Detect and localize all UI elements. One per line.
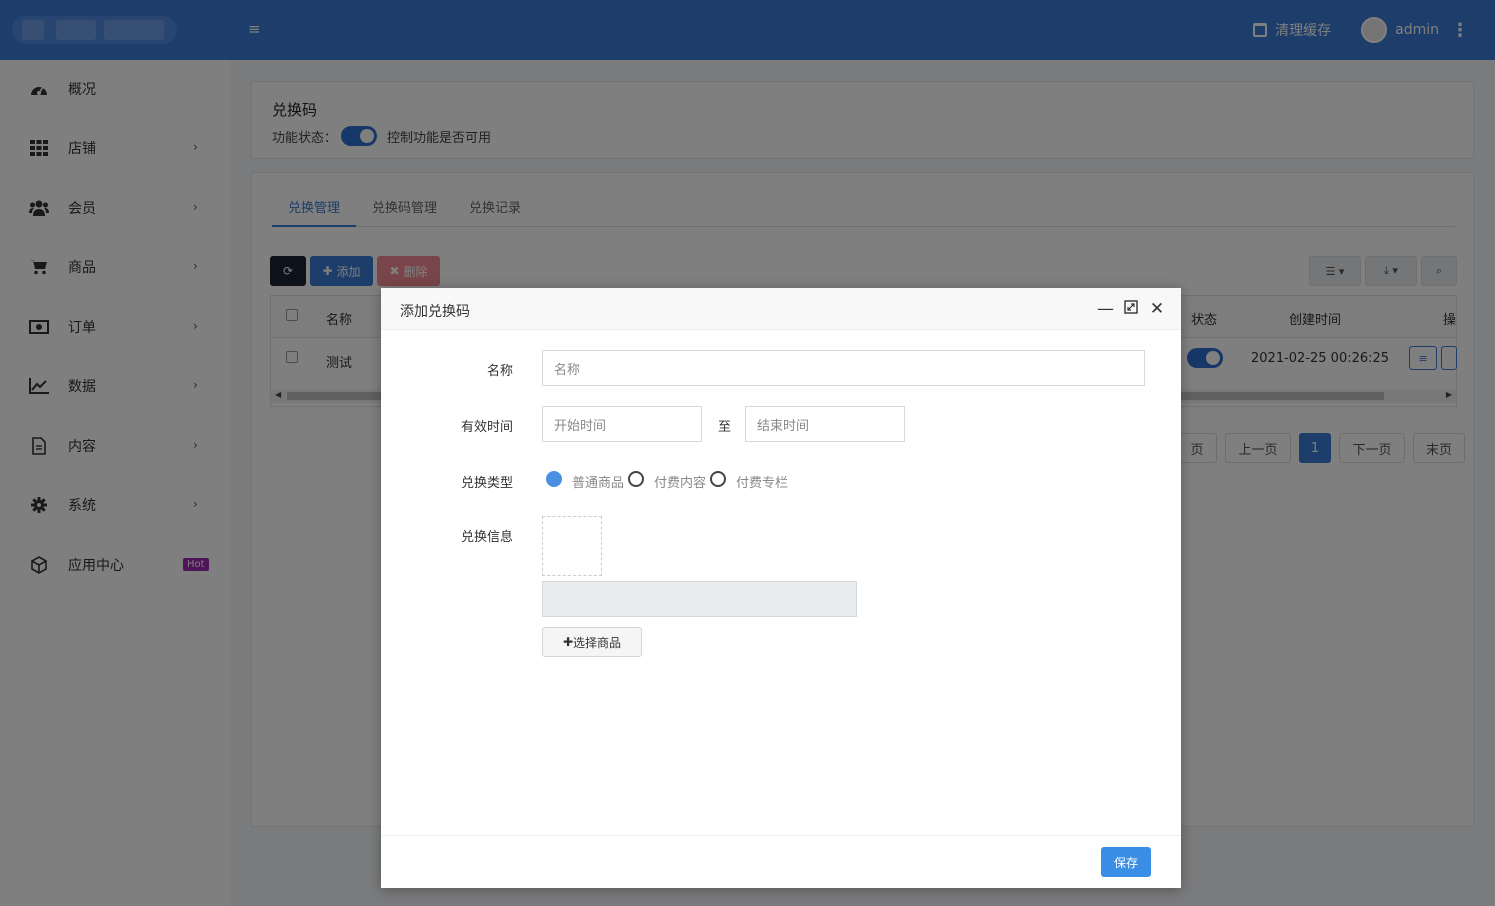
start-time-input[interactable]: 开始时间: [542, 406, 702, 442]
save-button[interactable]: 保存: [1101, 847, 1151, 877]
radio-paid-column[interactable]: [710, 471, 726, 487]
info-label: 兑换信息: [460, 530, 513, 545]
modal-header: 添加兑换码 — ✕: [381, 288, 1181, 330]
radio-paid-column-label[interactable]: 付费专栏: [736, 472, 788, 491]
end-time-input[interactable]: 结束时间: [745, 406, 905, 442]
modal-title: 添加兑换码: [400, 304, 470, 320]
close-icon[interactable]: ✕: [1149, 300, 1165, 318]
name-input[interactable]: 名称: [542, 350, 1145, 386]
name-label: 名称: [486, 364, 513, 379]
time-label: 有效时间: [460, 420, 513, 435]
to-label: 至: [718, 420, 732, 435]
radio-normal-goods[interactable]: [546, 471, 562, 487]
radio-normal-goods-label[interactable]: 普通商品: [572, 472, 624, 491]
radio-paid-content[interactable]: [628, 471, 644, 487]
type-label: 兑换类型: [460, 476, 513, 491]
maximize-icon[interactable]: [1123, 300, 1139, 318]
goods-image-placeholder: [542, 516, 602, 576]
minimize-icon[interactable]: —: [1097, 300, 1114, 318]
modal-footer: 保存: [381, 835, 1181, 888]
select-goods-label: 选择商品: [573, 635, 622, 650]
radio-paid-content-label[interactable]: 付费内容: [654, 472, 706, 491]
select-goods-button[interactable]: ✚ 选择商品: [542, 627, 642, 657]
goods-name-field: [542, 581, 857, 617]
plus-icon: ✚: [562, 635, 574, 649]
add-code-modal: 添加兑换码 — ✕ 名称 名称 有效时间 开始时间 至 结束时间 兑换类型 普通…: [381, 288, 1181, 888]
